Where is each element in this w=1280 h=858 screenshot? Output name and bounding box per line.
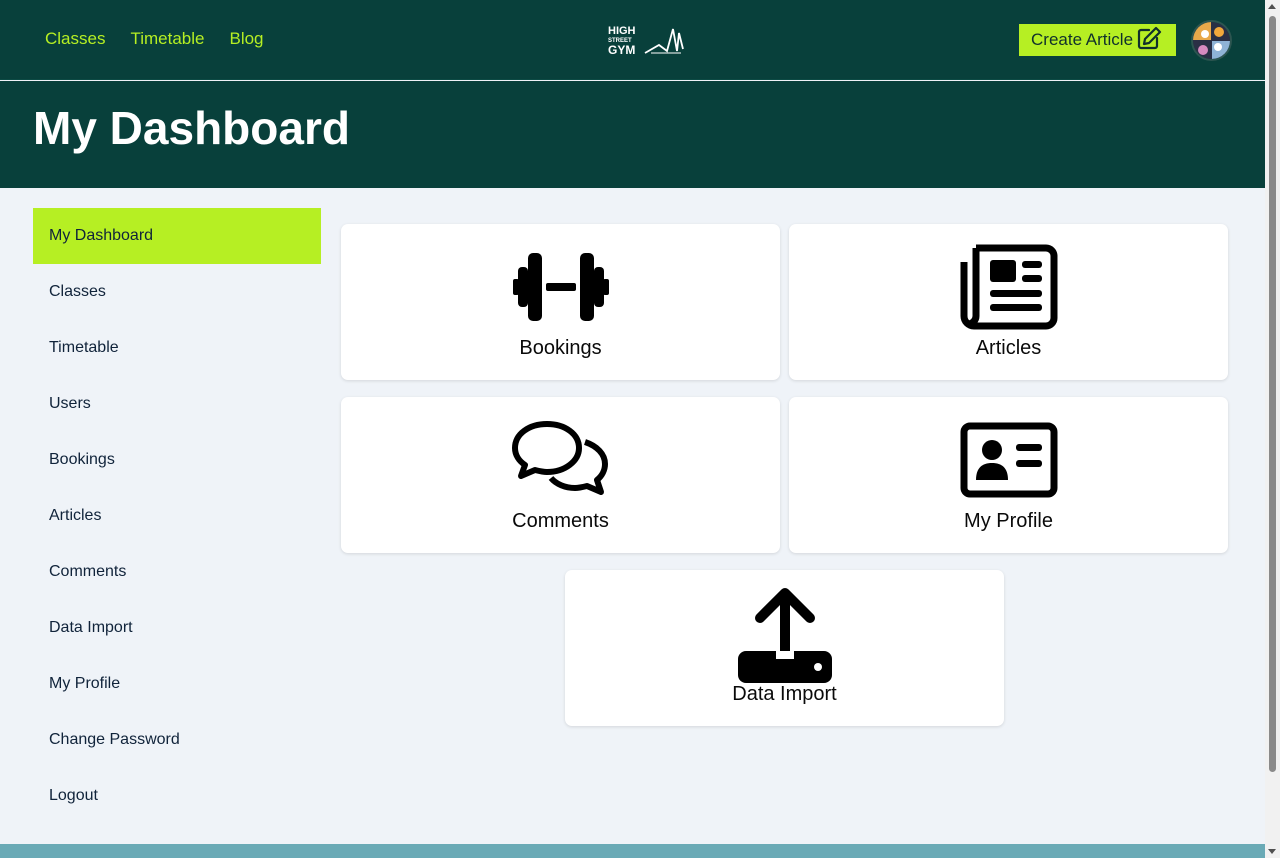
sidebar: My Dashboard Classes Timetable Users Boo…	[33, 208, 321, 824]
edit-icon	[1133, 26, 1163, 55]
page-title: My Dashboard	[33, 102, 350, 154]
vertical-scrollbar[interactable]	[1265, 0, 1280, 858]
footer-bar	[0, 844, 1265, 858]
sidebar-item-logout[interactable]: Logout	[33, 768, 321, 824]
logo-text-gym: GYM	[608, 43, 635, 57]
sidebar-item-my-dashboard[interactable]: My Dashboard	[33, 208, 321, 264]
my-profile-card-label: My Profile	[964, 510, 1053, 532]
bookings-card[interactable]: Bookings	[341, 224, 780, 380]
nav-link-timetable[interactable]: Timetable	[130, 29, 204, 49]
sidebar-item-bookings[interactable]: Bookings	[33, 432, 321, 488]
scroll-down-arrow-icon[interactable]	[1268, 849, 1276, 854]
id-card-icon	[959, 417, 1059, 503]
create-article-button[interactable]: Create Article	[1019, 24, 1176, 56]
data-import-card-label: Data Import	[732, 683, 837, 705]
sidebar-item-comments[interactable]: Comments	[33, 544, 321, 600]
comments-card[interactable]: Comments	[341, 397, 780, 553]
dumbbell-icon	[511, 244, 611, 330]
sidebar-item-timetable[interactable]: Timetable	[33, 320, 321, 376]
articles-card[interactable]: Articles	[789, 224, 1228, 380]
user-avatar[interactable]	[1191, 20, 1232, 61]
logo-text-high: HIGH	[608, 25, 636, 37]
sidebar-item-change-password[interactable]: Change Password	[33, 712, 321, 768]
sidebar-item-users[interactable]: Users	[33, 376, 321, 432]
sidebar-item-articles[interactable]: Articles	[33, 488, 321, 544]
sidebar-item-my-profile[interactable]: My Profile	[33, 656, 321, 712]
comments-card-label: Comments	[512, 510, 609, 532]
nav-link-blog[interactable]: Blog	[229, 29, 263, 49]
sidebar-item-data-import[interactable]: Data Import	[33, 600, 321, 656]
scroll-up-arrow-icon[interactable]	[1268, 4, 1276, 9]
data-import-card[interactable]: Data Import	[565, 570, 1004, 726]
bookings-card-label: Bookings	[519, 337, 602, 359]
upload-icon	[735, 584, 835, 684]
articles-card-label: Articles	[975, 337, 1042, 359]
gym-logo[interactable]: HIGH STREET GYM	[607, 23, 685, 57]
my-profile-card[interactable]: My Profile	[789, 397, 1228, 553]
top-navbar: Classes Timetable Blog HIGH STREET GYM C…	[0, 0, 1265, 80]
page-header: My Dashboard	[0, 81, 1265, 188]
sidebar-item-classes[interactable]: Classes	[33, 264, 321, 320]
comments-icon	[511, 417, 611, 503]
nav-links: Classes Timetable Blog	[45, 29, 289, 49]
scrollbar-thumb[interactable]	[1269, 16, 1276, 772]
create-article-label: Create Article	[1031, 30, 1134, 49]
newspaper-icon	[959, 244, 1059, 330]
nav-link-classes[interactable]: Classes	[45, 29, 105, 49]
